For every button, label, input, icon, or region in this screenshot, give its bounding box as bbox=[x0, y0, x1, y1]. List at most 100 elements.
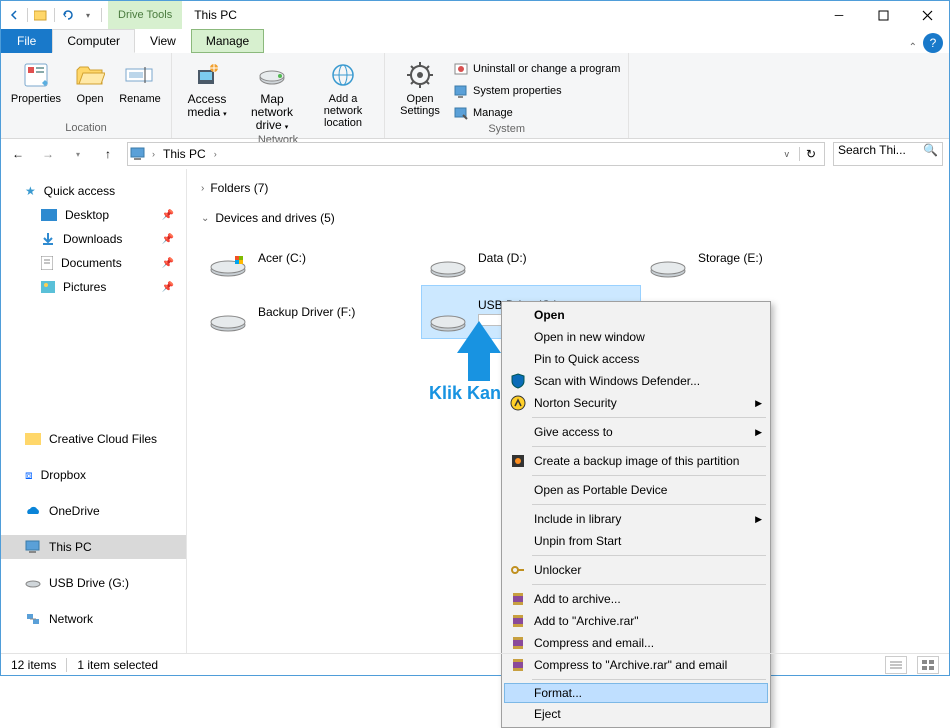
pin-icon: 📌 bbox=[162, 258, 174, 269]
menu-give-access[interactable]: Give access to▶ bbox=[504, 421, 768, 443]
drive-hdd-icon bbox=[208, 292, 248, 332]
ribbon-collapse-icon[interactable]: ⌃ bbox=[909, 42, 917, 53]
qat-new-folder-icon[interactable] bbox=[34, 8, 48, 22]
drive-item-storage-e[interactable]: Storage (E:) bbox=[641, 231, 861, 285]
menu-open[interactable]: Open bbox=[504, 304, 768, 326]
nav-back-button[interactable]: ← bbox=[7, 143, 29, 165]
help-icon[interactable]: ? bbox=[923, 33, 943, 53]
title-bar: ▾ Drive Tools This PC ─ bbox=[1, 1, 949, 29]
sidebar-item-desktop[interactable]: Desktop📌 bbox=[1, 203, 186, 227]
desktop-icon bbox=[41, 209, 57, 221]
sidebar-item-this-pc[interactable]: This PC bbox=[1, 535, 186, 559]
add-network-location-button[interactable]: Add a network location bbox=[310, 55, 376, 129]
downloads-icon bbox=[41, 232, 55, 246]
menu-add-rar[interactable]: Add to "Archive.rar" bbox=[504, 610, 768, 632]
sidebar-item-usb-drive[interactable]: USB Drive (G:) bbox=[1, 571, 186, 595]
refresh-icon[interactable]: ↻ bbox=[799, 147, 822, 161]
thispc-icon bbox=[25, 540, 41, 554]
norton-icon bbox=[510, 395, 526, 411]
search-input[interactable]: Search Thi... 🔍 bbox=[833, 142, 943, 166]
sidebar-item-downloads[interactable]: Downloads📌 bbox=[1, 227, 186, 251]
menu-compress-email[interactable]: Compress and email... bbox=[504, 632, 768, 654]
minimize-button[interactable]: ─ bbox=[817, 1, 861, 29]
maximize-button[interactable] bbox=[861, 1, 905, 29]
nav-tree: ★Quick access Desktop📌 Downloads📌 Docume… bbox=[1, 169, 187, 653]
dropbox-icon: ⧈ bbox=[25, 468, 33, 483]
sidebar-item-onedrive[interactable]: OneDrive bbox=[1, 499, 186, 523]
properties-button[interactable]: Properties bbox=[9, 55, 63, 105]
drive-item-data-d[interactable]: Data (D:) bbox=[421, 231, 641, 285]
sidebar-item-creative-cloud[interactable]: Creative Cloud Files bbox=[1, 427, 186, 451]
menu-backup-image[interactable]: Create a backup image of this partition bbox=[504, 450, 768, 472]
menu-open-new-window[interactable]: Open in new window bbox=[504, 326, 768, 348]
view-tiles-button[interactable] bbox=[917, 656, 939, 674]
menu-format[interactable]: Format... bbox=[504, 683, 768, 703]
breadcrumb-chevron-icon[interactable]: › bbox=[152, 149, 155, 159]
access-media-button[interactable]: Access media ▾ bbox=[180, 55, 234, 121]
sidebar-item-dropbox[interactable]: ⧈Dropbox bbox=[1, 463, 186, 487]
rar-icon bbox=[510, 613, 526, 629]
manage-button[interactable]: Manage bbox=[453, 103, 620, 123]
submenu-arrow-icon: ▶ bbox=[755, 427, 762, 438]
section-folders[interactable]: ›Folders (7) bbox=[201, 181, 935, 195]
qat-dropdown-icon[interactable]: ▾ bbox=[81, 8, 95, 22]
address-dropdown-icon[interactable]: v bbox=[780, 149, 793, 159]
menu-pin-quick-access[interactable]: Pin to Quick access bbox=[504, 348, 768, 370]
search-icon: 🔍 bbox=[923, 143, 938, 157]
documents-icon bbox=[41, 256, 53, 270]
menu-defender-scan[interactable]: Scan with Windows Defender... bbox=[504, 370, 768, 392]
submenu-arrow-icon: ▶ bbox=[755, 398, 762, 409]
open-settings-button[interactable]: Open Settings bbox=[393, 55, 447, 117]
menu-eject[interactable]: Eject bbox=[504, 703, 768, 725]
group-system-label: System bbox=[393, 123, 620, 137]
system-properties-button[interactable]: System properties bbox=[453, 81, 620, 101]
status-selected-count: 1 item selected bbox=[77, 658, 158, 672]
menu-add-archive[interactable]: Add to archive... bbox=[504, 588, 768, 610]
nav-history-dropdown[interactable]: ▾ bbox=[67, 143, 89, 165]
breadcrumb-chevron-icon[interactable]: › bbox=[214, 149, 217, 159]
uninstall-button[interactable]: Uninstall or change a program bbox=[453, 59, 620, 79]
properties-icon bbox=[20, 59, 52, 91]
sidebar-item-network[interactable]: Network bbox=[1, 607, 186, 631]
nav-up-button[interactable]: ↑ bbox=[97, 143, 119, 165]
drive-item-backup-f[interactable]: Backup Driver (F:) bbox=[201, 285, 421, 339]
map-network-drive-button[interactable]: Map network drive ▾ bbox=[240, 55, 304, 134]
tab-manage[interactable]: Manage bbox=[191, 29, 264, 53]
menu-norton[interactable]: Norton Security▶ bbox=[504, 392, 768, 414]
address-bar[interactable]: › This PC › v ↻ bbox=[127, 142, 825, 166]
open-button[interactable]: Open bbox=[69, 55, 111, 105]
cloud-folder-icon bbox=[25, 433, 41, 445]
qat-back-icon[interactable] bbox=[7, 8, 21, 22]
tab-file[interactable]: File bbox=[1, 29, 52, 53]
section-devices[interactable]: ⌄Devices and drives (5) bbox=[201, 211, 935, 225]
rename-icon bbox=[124, 59, 156, 91]
drive-hdd-icon bbox=[648, 238, 688, 278]
rar-icon bbox=[510, 591, 526, 607]
nav-forward-button[interactable]: → bbox=[37, 143, 59, 165]
qat-undo-icon[interactable] bbox=[61, 8, 75, 22]
star-icon: ★ bbox=[25, 184, 36, 198]
menu-portable-device[interactable]: Open as Portable Device bbox=[504, 479, 768, 501]
backup-icon bbox=[510, 453, 526, 469]
tab-view[interactable]: View bbox=[135, 29, 191, 53]
open-folder-icon bbox=[74, 59, 106, 91]
submenu-arrow-icon: ▶ bbox=[755, 514, 762, 525]
thispc-icon bbox=[130, 146, 146, 162]
menu-unpin-start[interactable]: Unpin from Start bbox=[504, 530, 768, 552]
settings-gear-icon bbox=[404, 59, 436, 91]
unlocker-icon bbox=[510, 562, 526, 578]
close-button[interactable] bbox=[905, 1, 949, 29]
chevron-right-icon: › bbox=[201, 183, 204, 194]
rename-button[interactable]: Rename bbox=[117, 55, 163, 105]
media-icon bbox=[191, 59, 223, 91]
sidebar-item-pictures[interactable]: Pictures📌 bbox=[1, 275, 186, 299]
view-details-button[interactable] bbox=[885, 656, 907, 674]
menu-unlocker[interactable]: Unlocker bbox=[504, 559, 768, 581]
sidebar-item-quick-access[interactable]: ★Quick access bbox=[1, 179, 186, 203]
menu-include-library[interactable]: Include in library▶ bbox=[504, 508, 768, 530]
drive-item-acer-c[interactable]: Acer (C:) bbox=[201, 231, 421, 285]
sidebar-item-documents[interactable]: Documents📌 bbox=[1, 251, 186, 275]
tab-computer[interactable]: Computer bbox=[52, 29, 135, 53]
ribbon-tabs: File Computer View Manage ⌃ ? bbox=[1, 29, 949, 53]
breadcrumb-thispc[interactable]: This PC bbox=[161, 147, 208, 161]
